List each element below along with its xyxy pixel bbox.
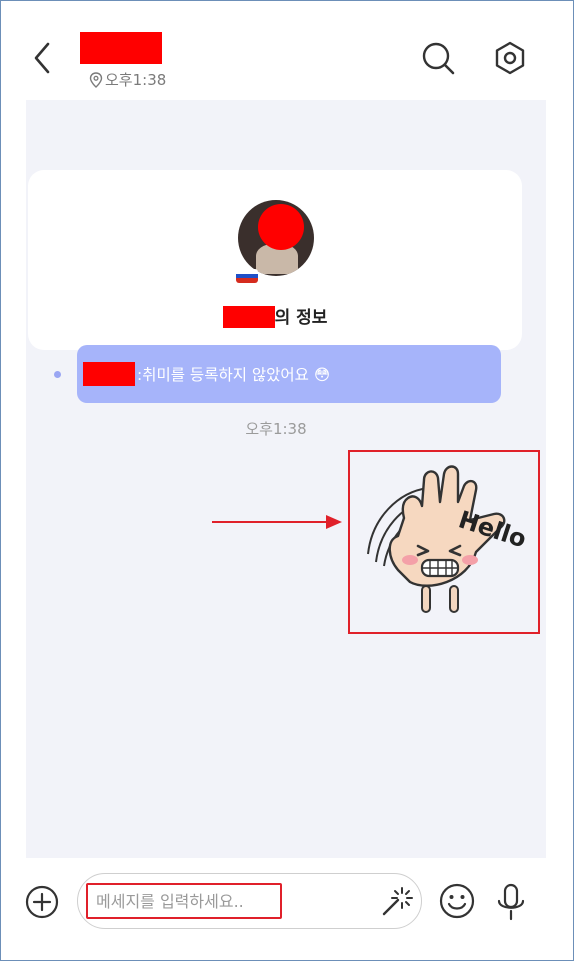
microphone-icon[interactable] bbox=[494, 882, 528, 922]
settings-hexagon-icon[interactable] bbox=[490, 38, 530, 78]
message-timestamp: 오후1:38 bbox=[245, 420, 307, 438]
avatar-face-redacted bbox=[258, 204, 304, 250]
plus-circle-icon[interactable] bbox=[24, 884, 60, 920]
location-time-text: 오후1:38 bbox=[105, 71, 167, 89]
bubble-username-redacted bbox=[83, 362, 135, 386]
red-arrow-annotation bbox=[212, 515, 342, 529]
location-time: 오후1:38 bbox=[89, 69, 166, 90]
magic-wand-icon[interactable] bbox=[378, 884, 414, 920]
message-input[interactable] bbox=[86, 883, 282, 919]
hello-hand-sticker-icon: Hello bbox=[367, 465, 530, 613]
username-redacted bbox=[222, 306, 275, 328]
contact-name-redacted bbox=[80, 32, 162, 64]
avatar-image bbox=[238, 200, 314, 276]
back-chevron-icon[interactable] bbox=[24, 38, 64, 78]
chat-area[interactable]: 의 정보 :취미를 등록하지 않았어요 😳 오후1:38 Hello bbox=[26, 100, 546, 858]
hobby-bubble: :취미를 등록하지 않았어요 😳 bbox=[77, 345, 501, 403]
hobby-text: :취미를 등록하지 않았어요 😳 bbox=[137, 366, 331, 384]
sticker-message[interactable]: Hello bbox=[348, 450, 540, 634]
info-title-text: 의 정보 bbox=[274, 308, 328, 328]
profile-info-card: 의 정보 :취미를 등록하지 않았어요 😳 bbox=[28, 170, 522, 403]
search-icon[interactable] bbox=[418, 38, 458, 78]
emoji-icon[interactable] bbox=[438, 882, 476, 920]
bullet-dot bbox=[54, 371, 61, 378]
location-pin-icon bbox=[89, 71, 103, 88]
russia-flag-icon bbox=[236, 269, 258, 283]
info-title: 의 정보 bbox=[28, 303, 522, 328]
